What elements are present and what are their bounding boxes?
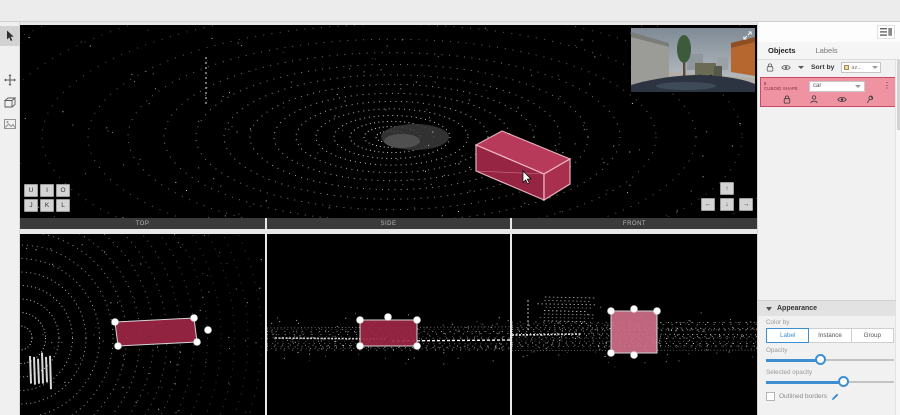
- front-ortho-view[interactable]: [512, 234, 757, 415]
- cuboid-annotation-side: [357, 314, 421, 350]
- sort-mode-icon: [844, 65, 849, 70]
- hotkey-i[interactable]: I: [40, 184, 54, 197]
- selected-opacity-slider[interactable]: [766, 377, 894, 387]
- color-by-label-button[interactable]: Label: [766, 328, 809, 343]
- cuboid-icon: [4, 97, 16, 108]
- visibility-all-button[interactable]: [781, 64, 791, 71]
- pan-tool-button[interactable]: [0, 70, 20, 90]
- opacity-slider[interactable]: [766, 355, 894, 365]
- point-cloud-3d-view[interactable]: U I O J K L ↑ ← ↓ →: [20, 25, 757, 218]
- opacity-slider-handle[interactable]: [815, 354, 826, 365]
- front-view-label: FRONT: [512, 218, 757, 229]
- cuboid-annotation-top: [112, 315, 212, 350]
- arrow-up-key[interactable]: ↑: [720, 182, 734, 195]
- arrow-right-key[interactable]: →: [739, 198, 753, 211]
- object-pin-button[interactable]: [866, 95, 874, 104]
- image-icon: [4, 119, 16, 129]
- color-by-instance-button[interactable]: Instance: [809, 328, 851, 343]
- cuboid-tool-button[interactable]: [0, 92, 20, 112]
- left-toolbar: [0, 22, 20, 415]
- right-panel-header: [758, 22, 900, 42]
- top-ortho-view[interactable]: [20, 234, 265, 415]
- image-tool-button[interactable]: [0, 114, 20, 134]
- chevron-down-icon: [855, 85, 861, 88]
- color-by-group: Label Instance Group: [766, 328, 894, 343]
- appearance-section-header[interactable]: Appearance: [758, 300, 896, 316]
- sort-select[interactable]: az...: [841, 62, 881, 73]
- object-class-select[interactable]: car: [809, 81, 865, 92]
- eye-icon: [781, 64, 791, 71]
- selected-opacity-slider-handle[interactable]: [838, 376, 849, 387]
- right-panel-tabs: Objects Labels: [758, 42, 900, 60]
- opacity-label: Opacity: [766, 347, 787, 354]
- expand-all-button[interactable]: [798, 66, 804, 69]
- objects-toolbar: Sort by az...: [758, 60, 900, 75]
- cursor-icon: [5, 30, 16, 42]
- chevron-down-icon: [798, 66, 804, 69]
- cuboid-annotation-front: [608, 306, 661, 359]
- outlined-borders-label: Outlined borders: [779, 393, 827, 400]
- hotkey-o[interactable]: O: [56, 184, 70, 197]
- panel-layout-button[interactable]: [877, 25, 895, 39]
- edit-pencil-icon[interactable]: [831, 393, 839, 401]
- lock-all-button[interactable]: [766, 63, 774, 72]
- outlined-borders-checkbox[interactable]: [766, 392, 775, 401]
- camera-scene: [631, 28, 755, 92]
- select-tool-button[interactable]: [0, 26, 20, 46]
- hotkey-l[interactable]: L: [56, 199, 70, 212]
- topbar: [0, 0, 900, 22]
- chevron-down-icon: [872, 66, 878, 69]
- color-by-label: Color by: [766, 319, 789, 326]
- object-card-car[interactable]: 5 CUBOID SHAPE car ⋮: [760, 77, 896, 107]
- slider-fill: [766, 381, 843, 384]
- camera-preview[interactable]: [631, 28, 755, 92]
- ortho-label-strip: TOP SIDE FRONT: [20, 218, 757, 229]
- cuboid-annotation-3d: [476, 131, 570, 200]
- lock-icon: [783, 95, 791, 104]
- move-icon: [4, 74, 16, 86]
- selected-opacity-label: Selected opacity: [766, 369, 812, 376]
- lock-icon: [766, 63, 774, 72]
- eye-icon: [837, 96, 847, 103]
- object-visibility-button[interactable]: [837, 96, 847, 103]
- slider-fill: [766, 359, 820, 362]
- side-view-label: SIDE: [267, 218, 510, 229]
- arrow-left-key[interactable]: ←: [701, 198, 715, 211]
- hotkey-j[interactable]: J: [24, 199, 38, 212]
- person-icon: [810, 95, 818, 104]
- object-class-value: car: [813, 83, 855, 89]
- expand-icon[interactable]: [743, 31, 752, 40]
- sort-select-value: az...: [851, 65, 870, 71]
- pin-icon: [866, 95, 874, 104]
- object-author-button[interactable]: [810, 95, 818, 104]
- hotkey-u[interactable]: U: [24, 184, 38, 197]
- top-view-label: TOP: [20, 218, 265, 229]
- tab-objects[interactable]: Objects: [758, 42, 806, 59]
- side-ortho-view[interactable]: [267, 234, 510, 415]
- object-menu-button[interactable]: ⋮: [882, 82, 892, 90]
- object-lock-button[interactable]: [783, 95, 791, 104]
- right-panel: Objects Labels Sort by az... 5 CUBOID SH…: [757, 22, 900, 415]
- arrow-down-key[interactable]: ↓: [720, 198, 734, 211]
- object-shape-label: CUBOID SHAPE: [764, 86, 806, 91]
- rotation-hotkeys: U I O J K L: [24, 184, 70, 212]
- sort-by-label: Sort by: [811, 64, 834, 71]
- color-by-group-button[interactable]: Group: [852, 328, 894, 343]
- panel-layout-icon: [880, 27, 892, 37]
- chevron-down-icon: [766, 307, 772, 311]
- tab-labels[interactable]: Labels: [806, 42, 848, 59]
- hotkey-k[interactable]: K: [40, 199, 54, 212]
- pan-arrow-keys: ↑ ← ↓ →: [701, 182, 753, 212]
- appearance-title: Appearance: [777, 305, 817, 312]
- panel-scrollbar[interactable]: [895, 60, 900, 415]
